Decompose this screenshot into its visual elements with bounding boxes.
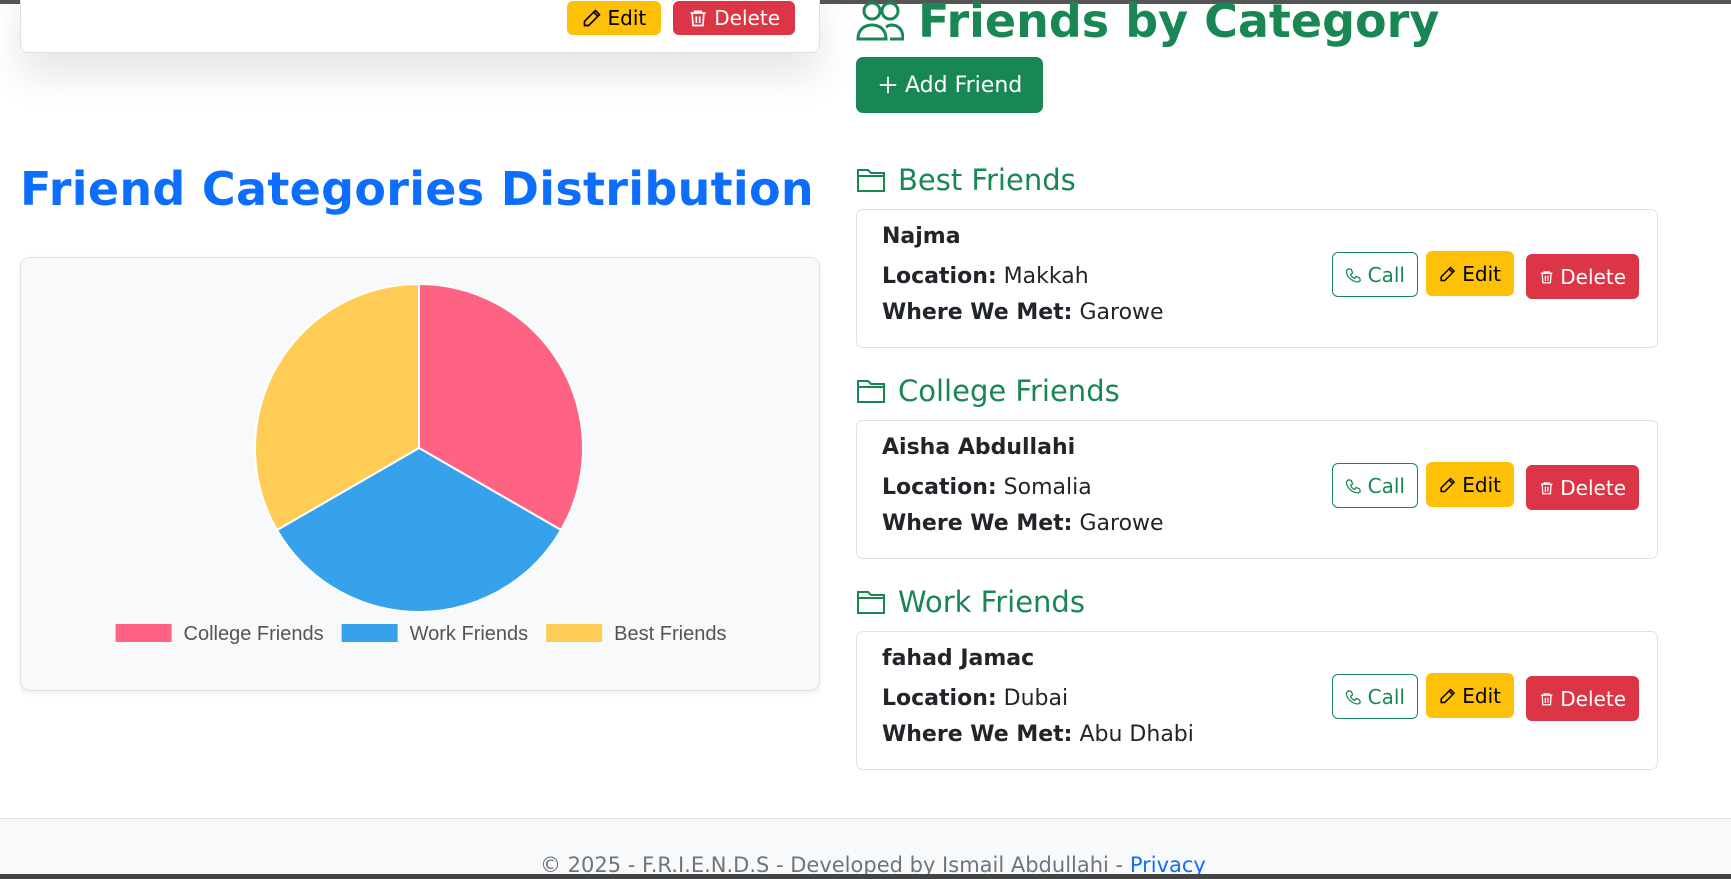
legend-swatch[interactable] [546, 624, 603, 642]
previous-delete-button[interactable]: Delete [673, 1, 795, 35]
trash-icon [1540, 481, 1553, 494]
previous-friend-card: Edit Delete [20, 0, 820, 53]
phone-icon [1345, 689, 1361, 705]
edit-button[interactable]: Edit [1426, 673, 1514, 718]
legend-swatch[interactable] [115, 624, 172, 642]
call-label: Call [1367, 262, 1405, 287]
call-button[interactable]: Call [1332, 674, 1418, 719]
friend-location: Location: Dubai [882, 686, 1068, 711]
friend-card: Najma Location: Makkah Where We Met: Gar… [856, 209, 1658, 348]
call-button[interactable]: Call [1332, 463, 1418, 508]
group-heading-text: College Friends [898, 374, 1120, 408]
pencil-icon [1440, 477, 1456, 492]
trash-icon [1540, 692, 1553, 705]
folder-icon [857, 380, 885, 403]
where-met-value: Garowe [1079, 300, 1164, 325]
delete-button[interactable]: Delete [1526, 465, 1639, 510]
location-label: Location: [882, 264, 997, 289]
trash-icon [690, 10, 706, 27]
friend-actions: Call Edit Delete [1332, 251, 1639, 302]
location-label: Location: [882, 475, 997, 500]
edit-label: Edit [1462, 683, 1501, 708]
group-heading-work-friends: Work Friends [856, 585, 1085, 619]
previous-edit-button[interactable]: Edit [566, 1, 662, 35]
friend-actions: Call Edit Delete [1332, 673, 1639, 724]
friend-where-met: Where We Met: Garowe [882, 300, 1164, 325]
legend-swatch[interactable] [341, 624, 398, 642]
friend-name: Aisha Abdullahi [882, 435, 1076, 460]
footer: © 2025 - F.R.I.E.N.D.S - Developed by Is… [0, 818, 1731, 879]
where-met-value: Garowe [1079, 511, 1164, 536]
trash-icon [1540, 270, 1553, 283]
location-label: Location: [882, 686, 997, 711]
delete-label: Delete [1560, 264, 1626, 289]
where-met-value: Abu Dhabi [1079, 722, 1194, 747]
friend-card: Aisha Abdullahi Location: Somalia Where … [856, 420, 1658, 559]
group-heading-text: Work Friends [898, 585, 1085, 619]
pencil-icon [583, 9, 601, 27]
categories-title-text: Friends by Category [918, 0, 1440, 48]
add-friend-button[interactable]: Add Friend [856, 57, 1044, 113]
where-met-label: Where We Met: [882, 300, 1073, 325]
previous-edit-label: Edit [607, 6, 647, 30]
where-met-label: Where We Met: [882, 722, 1073, 747]
pencil-icon [1440, 688, 1456, 703]
group-heading-college-friends: College Friends [856, 374, 1120, 408]
delete-button[interactable]: Delete [1526, 254, 1639, 299]
call-button[interactable]: Call [1332, 252, 1418, 297]
friend-location: Location: Somalia [882, 475, 1092, 500]
where-met-label: Where We Met: [882, 511, 1073, 536]
location-value: Makkah [1003, 264, 1089, 289]
delete-label: Delete [1560, 686, 1626, 711]
phone-icon [1345, 478, 1361, 494]
friend-actions: Call Edit Delete [1332, 462, 1639, 513]
legend-label: Work Friends [410, 623, 529, 645]
folder-icon [857, 591, 885, 614]
people-icon [856, 1, 904, 41]
friend-location: Location: Makkah [882, 264, 1089, 289]
call-label: Call [1367, 473, 1405, 498]
edit-button[interactable]: Edit [1426, 251, 1514, 296]
group-heading-best-friends: Best Friends [856, 163, 1076, 197]
pencil-icon [1440, 266, 1456, 281]
pie-chart: College Friends Work Friends Best Friends [115, 282, 726, 645]
location-value: Dubai [1003, 686, 1069, 711]
group-heading-text: Best Friends [898, 163, 1076, 197]
delete-button[interactable]: Delete [1526, 676, 1639, 721]
chart-card: College Friends Work Friends Best Friends [20, 257, 820, 691]
categories-title: Friends by Category [856, 0, 1439, 48]
distribution-title: Friend Categories Distribution [20, 162, 814, 216]
call-label: Call [1367, 684, 1405, 709]
edit-button[interactable]: Edit [1426, 462, 1514, 507]
friend-where-met: Where We Met: Garowe [882, 511, 1164, 536]
legend-label: Best Friends [614, 623, 726, 645]
previous-delete-label: Delete [714, 6, 780, 30]
location-value: Somalia [1003, 475, 1092, 500]
window-bottom-border [0, 874, 1731, 879]
friend-card: fahad Jamac Location: Dubai Where We Met… [856, 631, 1658, 770]
plus-icon [879, 76, 897, 94]
folder-icon [857, 169, 885, 192]
edit-label: Edit [1462, 261, 1501, 286]
friend-name: fahad Jamac [882, 646, 1035, 671]
friend-name: Najma [882, 224, 961, 249]
add-friend-label: Add Friend [905, 72, 1023, 98]
phone-icon [1345, 267, 1361, 283]
previous-card-actions: Edit Delete [566, 1, 795, 35]
friend-where-met: Where We Met: Abu Dhabi [882, 722, 1194, 747]
legend-label: College Friends [184, 623, 324, 645]
delete-label: Delete [1560, 475, 1626, 500]
chart-legend: College Friends Work Friends Best Friends [115, 623, 726, 645]
edit-label: Edit [1462, 472, 1501, 497]
